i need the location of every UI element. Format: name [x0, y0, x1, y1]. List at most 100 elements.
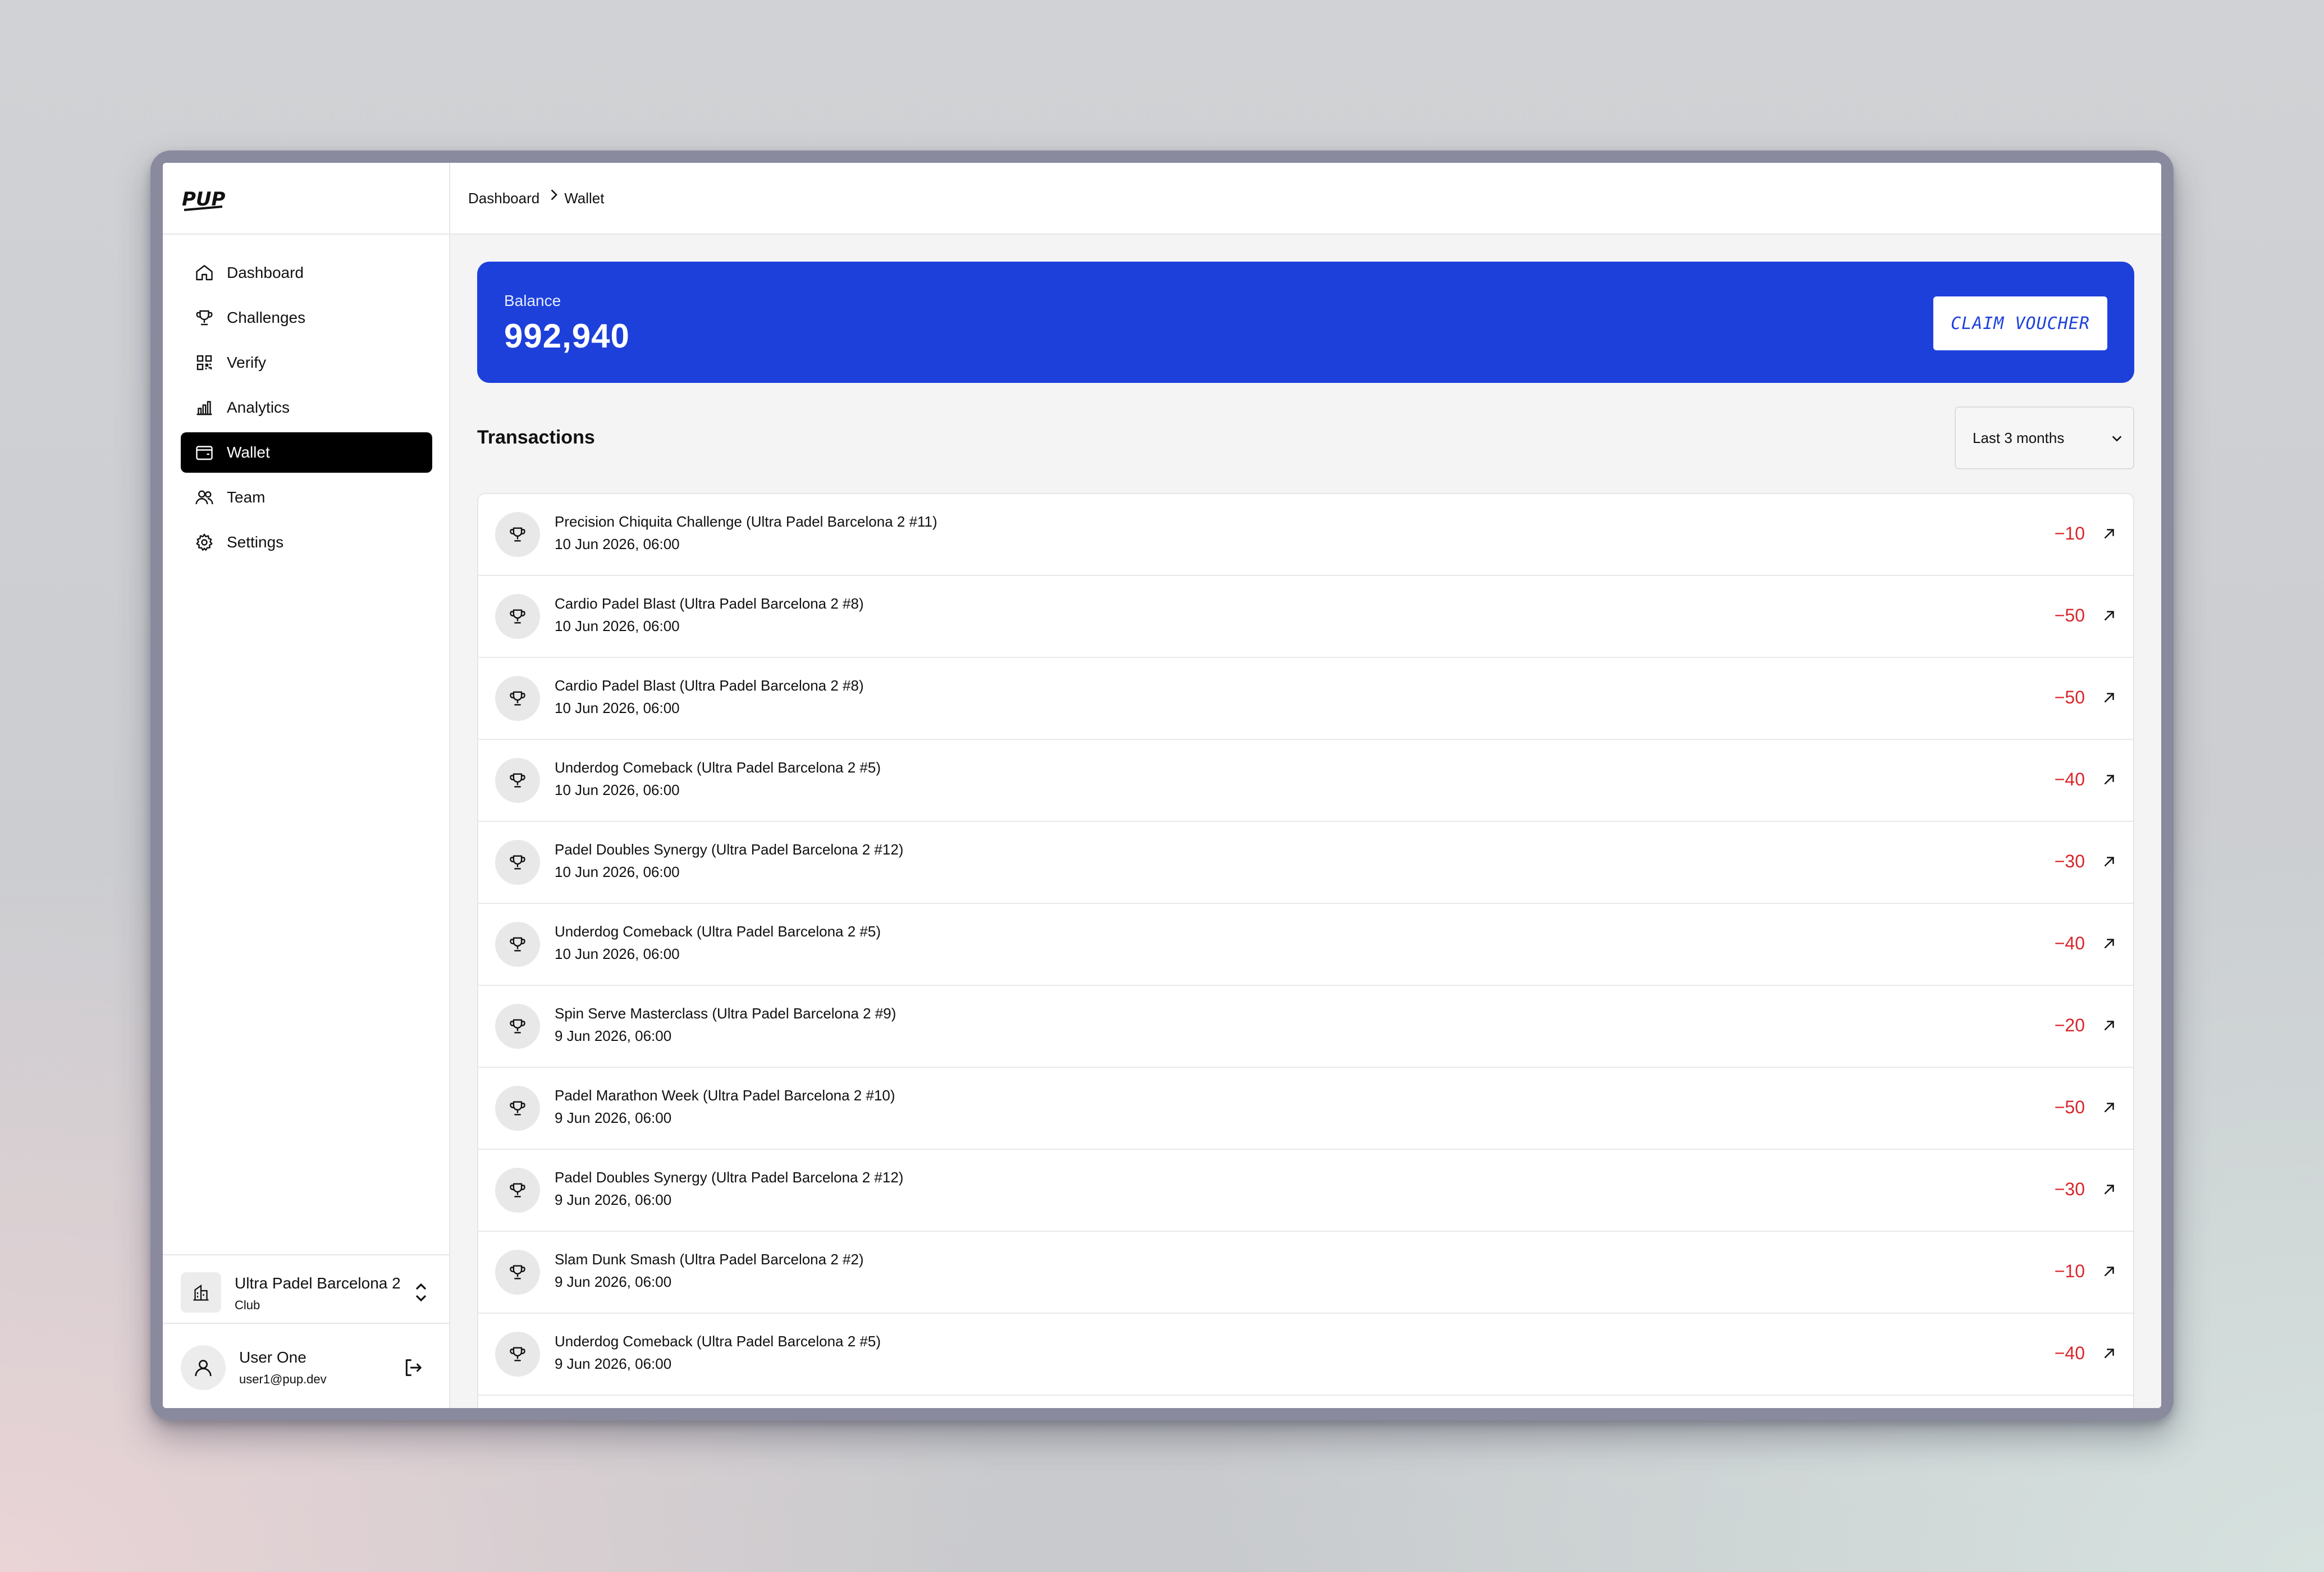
club-type: Club [235, 1298, 260, 1312]
users-icon [194, 487, 214, 508]
arrow-up-right-icon[interactable] [2101, 525, 2117, 542]
transaction-date: 10 Jun 2026, 06:00 [555, 536, 680, 552]
logout-icon[interactable] [402, 1356, 424, 1379]
transaction-name: Spin Serve Masterclass (Ultra Padel Barc… [555, 1005, 896, 1022]
transaction-amount: −40 [2054, 1343, 2085, 1363]
sidebar-item-label: Challenges [227, 309, 306, 326]
sidebar-nav: Dashboard Challenges Verify Analytics Wa… [181, 253, 432, 567]
arrow-up-right-icon[interactable] [2101, 1345, 2117, 1362]
transaction-name: Precision Chiquita Challenge (Ultra Pade… [555, 513, 937, 530]
transaction-date: 10 Jun 2026, 06:00 [555, 782, 680, 798]
transaction-date: 9 Jun 2026, 06:00 [555, 1191, 672, 1208]
logo-bar: PUP [163, 163, 449, 235]
trophy-icon [495, 758, 540, 803]
arrow-up-right-icon[interactable] [2101, 1099, 2117, 1116]
chevron-up-down-icon[interactable] [413, 1281, 429, 1304]
table-row[interactable]: Underdog Comeback (Ultra Padel Barcelona… [478, 740, 2133, 822]
table-row[interactable]: Cardio Padel Blast (Ultra Padel Barcelon… [478, 658, 2133, 740]
table-row[interactable]: Underdog Comeback (Ultra Padel Barcelona… [478, 904, 2133, 986]
transaction-amount: −50 [2054, 687, 2085, 707]
transactions-title: Transactions [477, 427, 595, 448]
breadcrumb-dashboard[interactable]: Dashboard [468, 190, 539, 207]
table-row[interactable]: Padel Doubles Synergy (Ultra Padel Barce… [478, 822, 2133, 904]
arrow-up-right-icon[interactable] [2101, 1263, 2117, 1280]
table-row[interactable]: Cardio Padel Blast (Ultra Padel Barcelon… [478, 576, 2133, 658]
balance-label: Balance [504, 292, 561, 309]
gear-icon [194, 532, 214, 552]
sidebar-item-dashboard[interactable]: Dashboard [181, 253, 432, 293]
main-content: Balance 992,940 CLAIM VOUCHER Transactio… [450, 235, 2161, 1408]
breadcrumb-wallet: Wallet [564, 189, 605, 207]
claim-voucher-button[interactable]: CLAIM VOUCHER [1933, 296, 2107, 350]
arrow-up-right-icon[interactable] [2101, 1181, 2117, 1198]
transaction-name: Cardio Padel Blast (Ultra Padel Barcelon… [555, 595, 864, 612]
transaction-date: 9 Jun 2026, 06:00 [555, 1355, 672, 1372]
trophy-icon [495, 512, 540, 557]
transaction-amount: −10 [2054, 523, 2085, 543]
sidebar-item-verify[interactable]: Verify [181, 342, 432, 383]
sidebar-item-wallet[interactable]: Wallet [181, 432, 432, 473]
pup-logo[interactable]: PUP [181, 185, 226, 213]
sidebar-item-label: Wallet [227, 444, 270, 461]
sidebar-item-label: Verify [227, 354, 267, 371]
sidebar-item-label: Analytics [227, 399, 290, 416]
table-row[interactable]: Padel Marathon Week (Ultra Padel Barcelo… [478, 1068, 2133, 1150]
table-row[interactable]: Padel Doubles Synergy (Ultra Padel Barce… [478, 1150, 2133, 1232]
arrow-up-right-icon[interactable] [2101, 853, 2117, 870]
wallet-icon [194, 442, 214, 463]
trophy-icon [495, 840, 540, 885]
transaction-date: 10 Jun 2026, 06:00 [555, 618, 680, 634]
transaction-amount: −30 [2054, 851, 2085, 871]
club-switcher[interactable]: Ultra Padel Barcelona 2 Club [163, 1254, 449, 1324]
user-profile: User One user1@pup.dev [163, 1324, 449, 1408]
breadcrumb: Dashboard Wallet [450, 163, 2161, 235]
table-row[interactable]: Slam Dunk Smash (Ultra Padel Barcelona 2… [478, 1232, 2133, 1314]
transaction-name: Cardio Padel Blast (Ultra Padel Barcelon… [555, 677, 864, 694]
transaction-amount: −40 [2054, 769, 2085, 789]
transaction-amount: −40 [2054, 933, 2085, 953]
table-row[interactable]: Precision Chiquita Challenge (Ultra Pade… [478, 494, 2133, 576]
transaction-date: 9 Jun 2026, 06:00 [555, 1273, 672, 1290]
sidebar-item-label: Dashboard [227, 264, 304, 281]
building-icon [181, 1272, 221, 1313]
table-row[interactable]: Spin Serve Masterclass (Ultra Padel Barc… [478, 986, 2133, 1068]
transaction-date: 10 Jun 2026, 06:00 [555, 863, 680, 880]
sidebar-item-label: Settings [227, 533, 284, 551]
trophy-icon [194, 308, 214, 328]
transaction-name: Padel Doubles Synergy (Ultra Padel Barce… [555, 841, 904, 858]
bar-chart-icon [194, 397, 214, 418]
period-select-value: Last 3 months [1973, 429, 2065, 446]
arrow-up-right-icon[interactable] [2101, 1017, 2117, 1034]
transaction-name: Underdog Comeback (Ultra Padel Barcelona… [555, 1333, 881, 1350]
arrow-up-right-icon[interactable] [2101, 771, 2117, 788]
transaction-amount: −50 [2054, 605, 2085, 625]
avatar[interactable] [181, 1345, 226, 1390]
sidebar-item-challenges[interactable]: Challenges [181, 298, 432, 338]
table-row[interactable]: Underdog Comeback (Ultra Padel Barcelona… [478, 1314, 2133, 1396]
transaction-name: Padel Doubles Synergy (Ultra Padel Barce… [555, 1169, 904, 1186]
period-select[interactable]: Last 3 months [1955, 406, 2134, 469]
trophy-icon [495, 1168, 540, 1213]
sidebar: PUP Dashboard Challenges Verify Analytic… [163, 163, 450, 1408]
app-window: PUP Dashboard Challenges Verify Analytic… [163, 163, 2161, 1408]
transaction-name: Padel Marathon Week (Ultra Padel Barcelo… [555, 1087, 895, 1104]
window-frame: PUP Dashboard Challenges Verify Analytic… [150, 150, 2174, 1420]
trophy-icon [495, 594, 540, 639]
transaction-date: 9 Jun 2026, 06:00 [555, 1027, 672, 1044]
trophy-icon [495, 676, 540, 721]
sidebar-item-team[interactable]: Team [181, 477, 432, 518]
trophy-icon [495, 1250, 540, 1295]
arrow-up-right-icon[interactable] [2101, 607, 2117, 624]
transaction-date: 10 Jun 2026, 06:00 [555, 700, 680, 716]
transaction-name: Slam Dunk Smash (Ultra Padel Barcelona 2… [555, 1251, 864, 1268]
sidebar-item-analytics[interactable]: Analytics [181, 387, 432, 428]
chevron-down-icon [2112, 436, 2122, 442]
arrow-up-right-icon[interactable] [2101, 689, 2117, 706]
user-name: User One [239, 1349, 306, 1366]
balance-card: Balance 992,940 CLAIM VOUCHER [477, 262, 2134, 383]
trophy-icon [495, 1004, 540, 1049]
trophy-icon [495, 1332, 540, 1377]
sidebar-item-settings[interactable]: Settings [181, 522, 432, 563]
arrow-up-right-icon[interactable] [2101, 935, 2117, 952]
transaction-name: Underdog Comeback (Ultra Padel Barcelona… [555, 923, 881, 940]
